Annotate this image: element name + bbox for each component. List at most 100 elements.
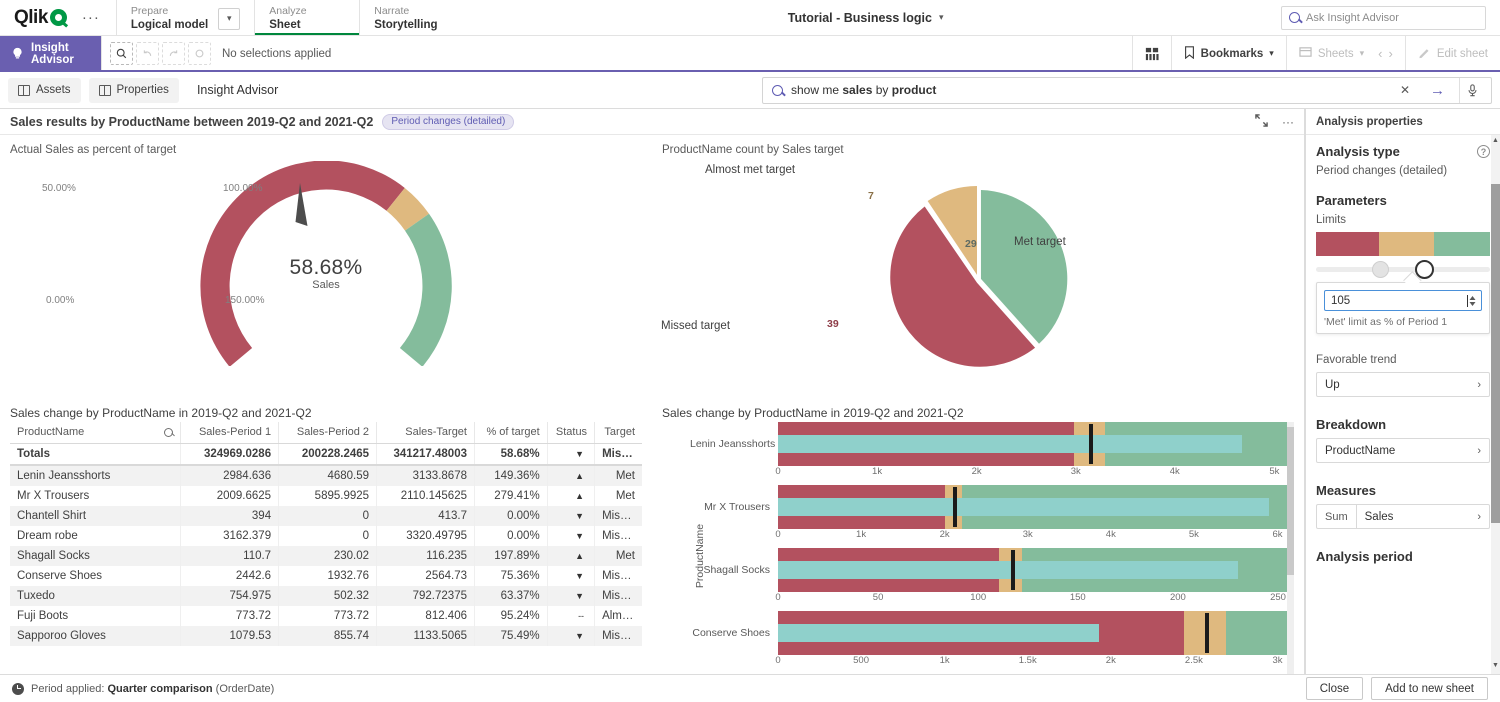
cell-target-status: Almost bbox=[595, 606, 642, 626]
next-sheet-icon[interactable]: › bbox=[1389, 46, 1393, 61]
col-status[interactable]: Status bbox=[547, 422, 594, 444]
bullet-track bbox=[778, 422, 1294, 466]
limit-hint: 'Met' limit as % of Period 1 bbox=[1324, 316, 1482, 328]
more-options-icon[interactable]: ··· bbox=[1282, 115, 1294, 129]
gauge-chart[interactable]: 58.68% Sales 0.00% 50.00% 100.00% 150.00… bbox=[10, 158, 642, 368]
bullet-tick: 100 bbox=[970, 592, 986, 603]
table-row[interactable]: Shagall Socks 110.7 230.02 116.235 197.8… bbox=[10, 546, 642, 566]
pie-chart[interactable]: Met target Missed target Almost met targ… bbox=[662, 158, 1294, 373]
table-body: Totals 324969.0286 200228.2465 341217.48… bbox=[10, 444, 642, 647]
scrollbar-thumb[interactable] bbox=[1287, 427, 1294, 574]
table-row[interactable]: Dream robe 3162.379 0 3320.49795 0.00% ▼… bbox=[10, 526, 642, 546]
insight-advisor-query-text[interactable]: show me sales by product bbox=[791, 83, 1386, 97]
overflow-menu-icon[interactable]: ··· bbox=[76, 9, 106, 26]
bullet-chart-scrollbar[interactable] bbox=[1287, 422, 1294, 674]
bullet-group[interactable]: Shagall Socks bbox=[690, 548, 1294, 606]
grid-view-icon[interactable] bbox=[1145, 47, 1159, 61]
cell-productname: Lenin Jeansshorts bbox=[10, 465, 181, 486]
previous-sheet-icon[interactable]: ‹ bbox=[1378, 46, 1382, 61]
cell-target: 116.235 bbox=[377, 546, 475, 566]
bullet-tick: 4k bbox=[1106, 529, 1116, 540]
hub-section-narrate[interactable]: Narrate Storytelling bbox=[359, 0, 464, 35]
clear-query-icon[interactable]: ✕ bbox=[1394, 83, 1416, 97]
table-row[interactable]: Fuji Boots 773.72 773.72 812.406 95.24% … bbox=[10, 606, 642, 626]
bullet-group[interactable]: Conserve Shoes bbox=[690, 611, 1294, 669]
add-to-new-sheet-button[interactable]: Add to new sheet bbox=[1371, 677, 1488, 700]
hub-section-prepare[interactable]: Prepare Logical model ▾ bbox=[116, 0, 254, 35]
totals-period-2: 200228.2465 bbox=[279, 444, 377, 466]
search-icon[interactable] bbox=[164, 428, 173, 437]
gauge-tick-0: 0.00% bbox=[46, 295, 74, 306]
cell-status: ▼ bbox=[547, 506, 594, 526]
collapse-icon[interactable] bbox=[1255, 114, 1268, 130]
col-sales-target[interactable]: Sales-Target bbox=[377, 422, 475, 444]
chevron-right-icon[interactable]: › bbox=[1477, 511, 1481, 523]
totals-period-1: 324969.0286 bbox=[181, 444, 279, 466]
insight-advisor-badge[interactable]: Insight Advisor bbox=[0, 36, 101, 71]
ask-insight-advisor-input[interactable]: Ask Insight Advisor bbox=[1281, 6, 1486, 30]
bullet-group[interactable]: Mr X Trousers bbox=[690, 485, 1294, 543]
voice-input-icon[interactable] bbox=[1459, 78, 1485, 103]
bullet-value-bar bbox=[778, 624, 1099, 642]
bullet-target-marker bbox=[1089, 424, 1093, 464]
scroll-down-icon[interactable]: ▼ bbox=[1491, 662, 1500, 672]
table-row[interactable]: Tuxedo 754.975 502.32 792.72375 63.37% ▼… bbox=[10, 586, 642, 606]
stepper-icon[interactable] bbox=[1468, 295, 1477, 307]
table-row[interactable]: Lenin Jeansshorts 2984.636 4680.59 3133.… bbox=[10, 465, 642, 486]
table-row[interactable]: Mr X Trousers 2009.6625 5895.9925 2110.1… bbox=[10, 486, 642, 506]
col-sales-period-2[interactable]: Sales-Period 2 bbox=[279, 422, 377, 444]
hub-section-analyze[interactable]: Analyze Sheet bbox=[254, 0, 359, 35]
chevron-right-icon[interactable]: › bbox=[1477, 445, 1481, 457]
assets-button[interactable]: Assets bbox=[8, 78, 81, 103]
hub-section-analyze-bottom: Sheet bbox=[269, 18, 345, 32]
submit-query-icon[interactable]: → bbox=[1424, 82, 1451, 99]
chevron-down-icon[interactable]: ▾ bbox=[1360, 48, 1365, 59]
chevron-down-icon[interactable]: ▾ bbox=[218, 8, 240, 30]
table-row[interactable]: Conserve Shoes 2442.6 1932.76 2564.73 75… bbox=[10, 566, 642, 586]
analysis-type-chip[interactable]: Period changes (detailed) bbox=[382, 114, 514, 130]
limit-value-text: 105 bbox=[1331, 295, 1468, 307]
chevron-down-icon[interactable]: ▾ bbox=[939, 12, 944, 23]
selections-toolbar: Insight Advisor No selections applied bbox=[0, 36, 1500, 72]
favorable-trend-field[interactable]: Up › bbox=[1316, 372, 1490, 397]
gauge-tick-150: 150.00% bbox=[225, 295, 264, 306]
clear-selections-icon[interactable] bbox=[188, 42, 211, 65]
lightbulb-icon bbox=[11, 47, 24, 60]
bookmarks-group[interactable]: Bookmarks ▾ bbox=[1171, 36, 1286, 71]
properties-button[interactable]: Properties bbox=[89, 78, 179, 103]
selection-search-icon[interactable] bbox=[110, 42, 133, 65]
sheets-group[interactable]: Sheets ▾ ‹ › bbox=[1286, 36, 1405, 71]
measure-field[interactable]: Sum Sales › bbox=[1316, 504, 1490, 529]
help-icon[interactable]: ? bbox=[1477, 145, 1490, 158]
chevron-right-icon[interactable]: › bbox=[1477, 379, 1481, 391]
bullet-chart[interactable]: ProductName Lenin Jeansshorts bbox=[662, 422, 1294, 674]
step-back-icon[interactable] bbox=[136, 42, 159, 65]
breakdown-field[interactable]: ProductName › bbox=[1316, 438, 1490, 463]
bullet-group[interactable]: Lenin Jeansshorts bbox=[690, 422, 1294, 480]
col-target[interactable]: Target bbox=[595, 422, 642, 444]
close-button[interactable]: Close bbox=[1306, 677, 1363, 700]
properties-scrollbar[interactable]: ▲ ▼ bbox=[1491, 135, 1500, 674]
cell-period-2: 1932.76 bbox=[279, 566, 377, 586]
col-sales-period-1[interactable]: Sales-Period 1 bbox=[181, 422, 279, 444]
limit-value-input[interactable]: 105 bbox=[1324, 290, 1482, 311]
document-title[interactable]: Tutorial - Business logic ▾ bbox=[464, 0, 1267, 35]
cell-target-status: Met bbox=[595, 465, 642, 486]
edit-sheet-group[interactable]: Edit sheet bbox=[1405, 36, 1500, 71]
breakdown-label: Breakdown bbox=[1316, 417, 1490, 432]
limits-slider[interactable] bbox=[1316, 260, 1490, 278]
analysis-header-tools: ··· bbox=[1255, 114, 1294, 130]
table-row[interactable]: Sapporoo Gloves 1079.53 855.74 1133.5065… bbox=[10, 626, 642, 646]
scrollbar-thumb[interactable] bbox=[1491, 184, 1500, 524]
insight-advisor-query-bar[interactable]: show me sales by product ✕ → bbox=[762, 77, 1492, 104]
period-applied-value: Quarter comparison bbox=[107, 683, 212, 695]
scroll-up-icon[interactable]: ▲ bbox=[1491, 137, 1500, 147]
slider-handle-lower[interactable] bbox=[1372, 261, 1389, 278]
qlik-logo[interactable]: Qlik bbox=[14, 7, 67, 29]
col-productname[interactable]: ProductName bbox=[10, 422, 181, 444]
col-pct-of-target[interactable]: % of target bbox=[475, 422, 548, 444]
sales-change-table[interactable]: ProductName Sales-Period 1 Sales-Period … bbox=[10, 422, 642, 646]
chevron-down-icon[interactable]: ▾ bbox=[1269, 48, 1274, 59]
step-forward-icon[interactable] bbox=[162, 42, 185, 65]
table-row[interactable]: Chantell Shirt 394 0 413.7 0.00% ▼ Misse… bbox=[10, 506, 642, 526]
